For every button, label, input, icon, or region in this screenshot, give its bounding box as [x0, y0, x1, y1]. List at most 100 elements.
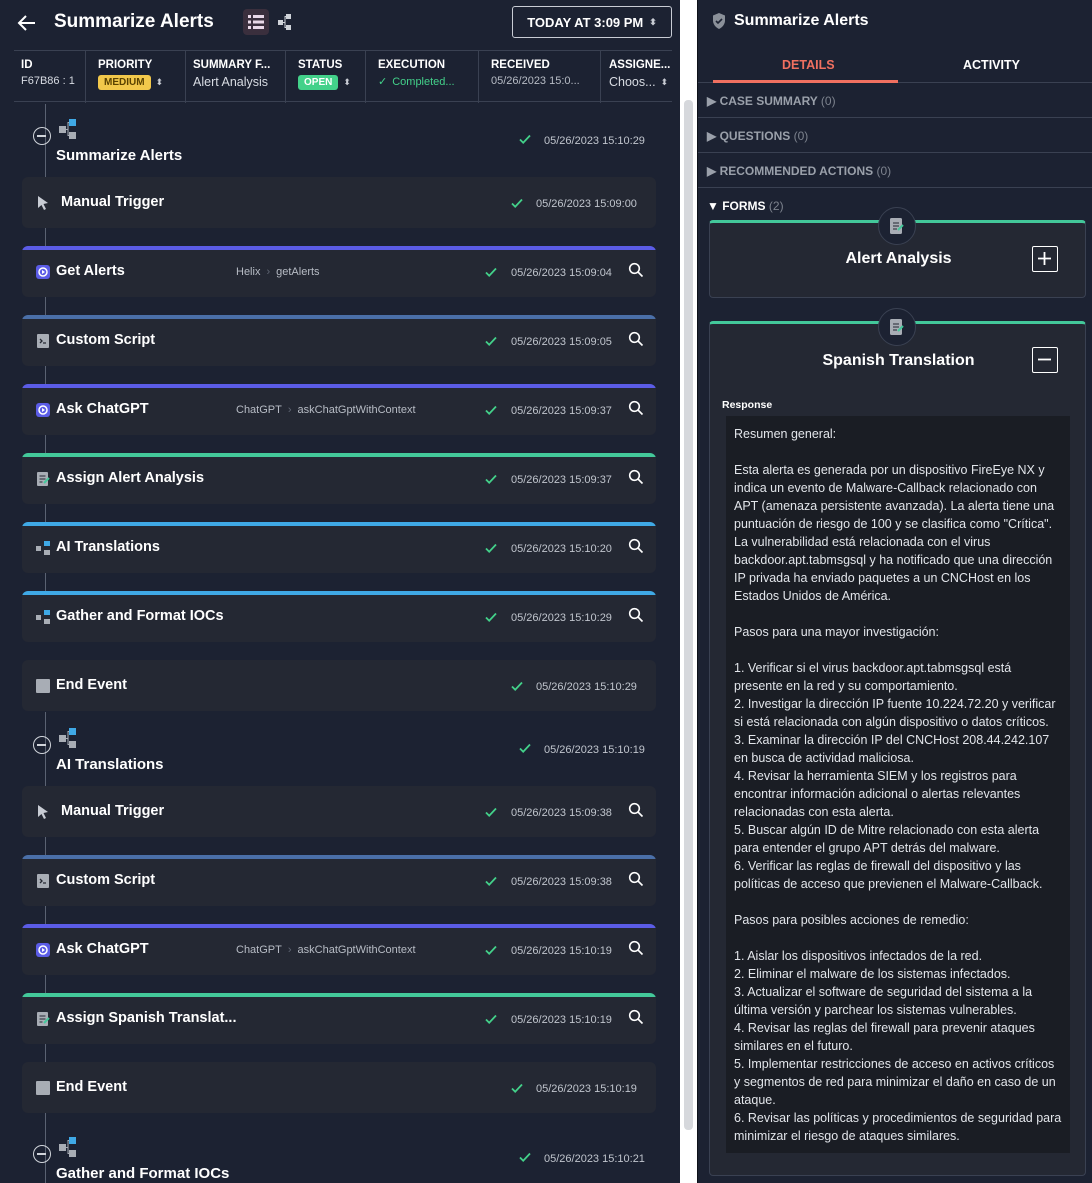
collapse-group-button[interactable]	[33, 1145, 51, 1163]
step-label: Custom Script	[56, 872, 156, 888]
workflow-step-card[interactable]: Manual Trigger 05/26/2023 15:09:38	[22, 786, 656, 837]
collapse-group-button[interactable]	[33, 127, 51, 145]
chevron-updown-icon: ⬍	[155, 77, 164, 87]
field-summary[interactable]: SUMMARY F... Alert Analysis	[186, 51, 286, 103]
group-title: Gather and Format IOCs	[56, 1165, 230, 1182]
back-arrow-icon[interactable]	[16, 12, 38, 34]
field-assignee[interactable]: ASSIGNE... Choos... ⬍	[601, 51, 672, 103]
integration-app: ChatGPT	[236, 944, 282, 956]
collapse-button[interactable]	[1032, 347, 1058, 373]
group-header: Summarize Alerts 05/26/2023 15:10:29	[0, 100, 680, 164]
subflow-icon	[59, 119, 76, 139]
step-status-bar	[22, 591, 656, 595]
list-view-button[interactable]	[243, 9, 269, 35]
workflow-step-card[interactable]: Ask ChatGPT ChatGPT › askChatGptWithContext…	[22, 924, 656, 975]
section-label: FORMS	[722, 199, 766, 213]
search-icon[interactable]	[628, 538, 644, 554]
field-value: F67B86 : 1	[21, 75, 75, 87]
field-value: 05/26/2023 15:0...	[491, 75, 580, 87]
workflow-step-card[interactable]: Ask ChatGPT ChatGPT › askChatGptWithContext…	[22, 384, 656, 435]
field-priority[interactable]: PRIORITY MEDIUM ⬍	[86, 51, 186, 103]
caret-right-icon: ▶	[707, 94, 720, 108]
search-icon[interactable]	[628, 469, 644, 485]
step-label: Assign Spanish Translat...	[56, 1010, 237, 1026]
search-icon[interactable]	[628, 262, 644, 278]
end-icon	[36, 679, 50, 693]
response-textarea[interactable]: Resumen general: Esta alerta es generada…	[726, 416, 1070, 1153]
workflow-timeline: Summarize Alerts 05/26/2023 15:10:29 AI Tr…	[0, 100, 680, 1183]
script-icon	[37, 874, 49, 888]
step-timestamp: 05/26/2023 15:10:19	[536, 1083, 637, 1095]
shield-icon	[713, 13, 725, 29]
search-icon[interactable]	[628, 331, 644, 347]
field-value: Alert Analysis	[193, 75, 269, 89]
chevron-right-icon: ›	[287, 944, 292, 956]
workflow-step-card[interactable]: Custom Script 05/26/2023 15:09:05	[22, 315, 656, 366]
step-label: Gather and Format IOCs	[56, 608, 224, 624]
date-range-selector[interactable]: TODAY AT 3:09 PM ⬍	[512, 6, 672, 38]
step-status-bar	[22, 384, 656, 388]
check-icon	[485, 1014, 497, 1024]
workflow-step-card[interactable]: End Event 05/26/2023 15:10:29	[22, 660, 656, 711]
group-timestamp: 05/26/2023 15:10:29	[544, 135, 645, 147]
case-fields: ID F67B86 : 1 PRIORITY MEDIUM ⬍ SUMMARY F…	[14, 50, 672, 103]
workflow-step-card[interactable]: Gather and Format IOCs 05/26/2023 15:10:2…	[22, 591, 656, 642]
caret-right-icon: ▶	[707, 129, 720, 143]
workflow-step-card[interactable]: End Event 05/26/2023 15:10:19	[22, 1062, 656, 1113]
search-icon[interactable]	[628, 607, 644, 623]
search-icon[interactable]	[628, 400, 644, 416]
graph-view-button[interactable]	[272, 9, 298, 35]
form-icon	[37, 1012, 50, 1026]
form-alert-analysis: Alert Analysis	[709, 207, 1086, 298]
group-timestamp: 05/26/2023 15:10:21	[544, 1153, 645, 1165]
cursor-icon	[38, 196, 48, 210]
group-header: AI Translations 05/26/2023 15:10:19	[0, 709, 680, 773]
search-icon[interactable]	[628, 871, 644, 887]
section-case-summary[interactable]: ▶ CASE SUMMARY (0)	[698, 83, 1092, 118]
workflow-step-card[interactable]: AI Translations 05/26/2023 15:10:20	[22, 522, 656, 573]
check-icon	[485, 474, 497, 484]
field-label: ID	[21, 59, 33, 71]
search-icon[interactable]	[628, 940, 644, 956]
chevron-right-icon: ›	[266, 266, 271, 278]
form-icon	[37, 472, 50, 486]
subflow-icon	[36, 610, 50, 624]
expand-button[interactable]	[1032, 246, 1058, 272]
scrollbar-thumb[interactable]	[684, 100, 693, 1130]
minus-icon	[1038, 358, 1051, 361]
response-label: Response	[722, 399, 773, 411]
section-label: QUESTIONS	[719, 129, 791, 143]
page-title: Summarize Alerts	[54, 11, 214, 32]
field-status[interactable]: STATUS OPEN ⬍	[286, 51, 366, 103]
section-count: (0)	[820, 94, 836, 108]
subflow-icon	[59, 1137, 76, 1157]
step-status-bar	[22, 993, 656, 997]
check-icon	[485, 405, 497, 415]
priority-badge: MEDIUM	[98, 75, 151, 90]
workflow-step-card[interactable]: Assign Spanish Translat... 05/26/2023 15:…	[22, 993, 656, 1044]
collapse-group-button[interactable]	[33, 736, 51, 754]
check-icon	[485, 612, 497, 622]
check-icon: ✓	[378, 76, 388, 88]
check-icon	[511, 198, 523, 208]
check-icon	[511, 1083, 523, 1093]
step-status-bar	[22, 522, 656, 526]
workflow-step-card[interactable]: Assign Alert Analysis 05/26/2023 15:09:37	[22, 453, 656, 504]
search-icon[interactable]	[628, 802, 644, 818]
section-questions[interactable]: ▶ QUESTIONS (0)	[698, 118, 1092, 153]
tab-activity[interactable]: ACTIVITY	[963, 58, 1020, 72]
workflow-step-card[interactable]: Get Alerts Helix › getAlerts 05/26/2023 15:0…	[22, 246, 656, 297]
check-icon	[485, 945, 497, 955]
tab-details[interactable]: DETAILS	[782, 58, 835, 72]
panel-title: Summarize Alerts	[734, 12, 869, 29]
step-timestamp: 05/26/2023 15:09:37	[511, 474, 612, 486]
step-label: End Event	[56, 677, 127, 693]
section-count: (0)	[876, 164, 892, 178]
integration-action: askChatGptWithContext	[297, 944, 416, 956]
field-label: SUMMARY F...	[193, 59, 271, 71]
check-icon	[519, 743, 531, 753]
workflow-step-card[interactable]: Custom Script 05/26/2023 15:09:38	[22, 855, 656, 906]
search-icon[interactable]	[628, 1009, 644, 1025]
section-recommended-actions[interactable]: ▶ RECOMMENDED ACTIONS (0)	[698, 153, 1092, 188]
workflow-step-card[interactable]: Manual Trigger 05/26/2023 15:09:00	[22, 177, 656, 228]
